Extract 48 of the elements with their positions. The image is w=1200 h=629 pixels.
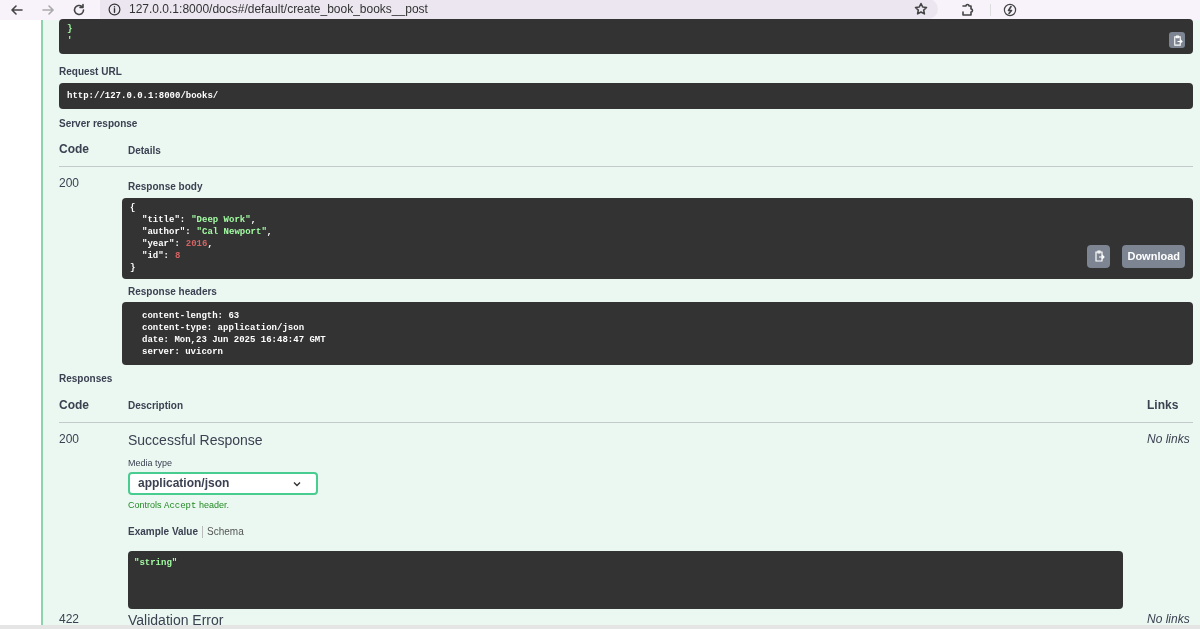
code-line: "string"	[134, 557, 179, 569]
code-line: {	[130, 201, 136, 214]
column-header: Code	[59, 142, 90, 157]
info-icon	[108, 2, 121, 16]
links-text: No links	[1147, 431, 1191, 447]
column-header: Links	[1147, 397, 1180, 413]
field-label: Media type	[128, 458, 174, 470]
code-line: "title": "Deep Work",	[142, 213, 257, 226]
back-icon[interactable]	[10, 3, 24, 17]
code-line: server: uvicorn	[142, 346, 223, 358]
response-description: Validation Error	[128, 612, 225, 629]
column-header: Code	[59, 397, 90, 413]
media-type-dropdown[interactable]: application/json	[128, 472, 318, 496]
status-code: 422	[59, 612, 81, 627]
star-icon[interactable]	[914, 2, 928, 16]
download-button[interactable]: Download	[1122, 244, 1185, 268]
code-line: "author": "Cal Newport",	[142, 225, 273, 238]
code-line: content-type: application/json	[142, 322, 305, 334]
clipboard-icon	[1092, 250, 1105, 262]
clipboard-icon	[1171, 34, 1183, 46]
code-line: }	[67, 23, 73, 35]
url-text: 127.0.0.1:8000/docs#/default/create_book_books__post	[129, 3, 428, 15]
url-value: http://127.0.0.1:8000/books/	[67, 89, 219, 102]
tab[interactable]: Schema	[207, 525, 244, 538]
status-code: 200	[59, 431, 81, 447]
field-label: Response headers	[127, 285, 218, 298]
field-label: Response body	[127, 181, 204, 194]
links-text: No links	[1147, 612, 1191, 627]
reload-icon[interactable]	[72, 3, 86, 17]
code-line: "id": 8	[142, 249, 181, 262]
code-line: '	[67, 35, 73, 47]
section-label: Request URL	[59, 66, 123, 79]
code-line: date: Mon,23 Jun 2025 16:48:47 GMT	[142, 334, 326, 346]
copy-button[interactable]	[1087, 244, 1110, 268]
response-description: Successful Response	[128, 431, 264, 449]
code-line: "year": 2016,	[142, 237, 213, 250]
status-code: 200	[59, 176, 81, 191]
helper-text: Controls Accept header.	[128, 500, 230, 513]
tab[interactable]: Example Value	[128, 525, 199, 538]
code-line: content-length: 63	[142, 310, 240, 322]
column-header: Description	[128, 400, 184, 413]
code-line: }	[130, 261, 136, 274]
address-bar[interactable]: 127.0.0.1:8000/docs#/default/create_book_books__post	[100, 0, 938, 19]
extensions-icon[interactable]	[960, 3, 974, 17]
section-label: Server response	[59, 117, 139, 130]
section-label: Responses	[59, 373, 114, 386]
copy-button[interactable]	[1169, 32, 1185, 48]
column-header: Details	[128, 144, 161, 157]
